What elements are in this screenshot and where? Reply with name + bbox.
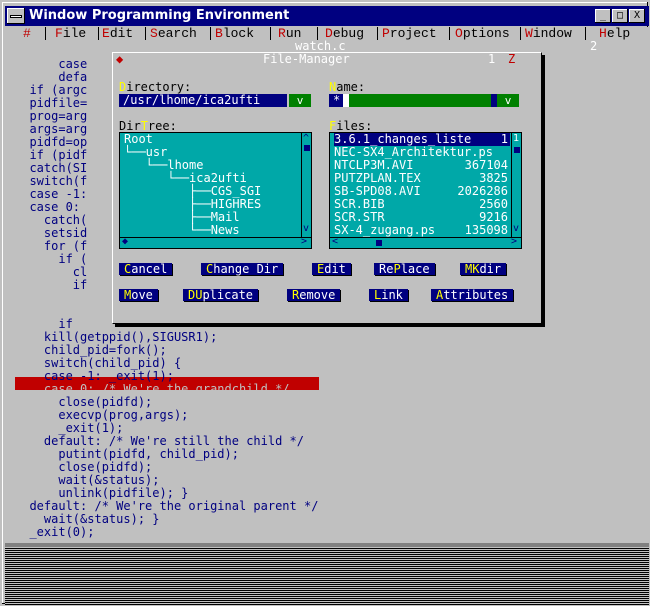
files-hscroll-thumb[interactable] bbox=[376, 240, 382, 246]
dialog-number: 1 bbox=[488, 52, 496, 66]
duplicate-button[interactable]: DUplicate bbox=[183, 289, 259, 301]
dialog-title-bar[interactable]: ◆ File-Manager 1 Z bbox=[113, 53, 541, 66]
dialog-close-icon[interactable]: ◆ bbox=[116, 53, 123, 66]
file-item[interactable]: SX-4_zugang.ps 135098 bbox=[334, 224, 510, 237]
link-button[interactable]: Link bbox=[369, 289, 408, 301]
directory-label: Directory: bbox=[119, 80, 192, 94]
code-line: if bbox=[15, 278, 88, 292]
system-menu-icon[interactable] bbox=[7, 8, 25, 24]
menu-file[interactable]: File bbox=[55, 27, 86, 40]
replace-button[interactable]: RePlace bbox=[374, 263, 435, 275]
menu-edit[interactable]: Edit bbox=[102, 27, 133, 40]
dirtree-label: DirTree: bbox=[119, 119, 177, 133]
dirtree-horizontal-scrollbar[interactable]: ◆ > bbox=[120, 236, 311, 247]
main-window: Window Programming Environment _ □ X # F… bbox=[0, 0, 650, 606]
file-name: NEC-SX4_Architektur.ps bbox=[334, 145, 493, 159]
dirtree-item[interactable]: └──News bbox=[124, 224, 240, 237]
code-line: _exit(0); bbox=[15, 525, 95, 539]
name-label: Name: bbox=[329, 80, 366, 94]
mkdir-button[interactable]: MKdir bbox=[460, 263, 507, 275]
title-bar[interactable]: Window Programming Environment _ □ X bbox=[5, 6, 649, 26]
remove-button[interactable]: Remove bbox=[287, 289, 341, 301]
menu-block[interactable]: Block bbox=[215, 27, 254, 40]
zoom-button[interactable]: Z bbox=[508, 53, 515, 66]
minimize-button[interactable]: _ bbox=[595, 9, 611, 23]
name-input[interactable]: * bbox=[329, 94, 343, 107]
file-name: SB-SPD08.AVI bbox=[334, 184, 421, 198]
name-input-fill[interactable] bbox=[349, 94, 491, 107]
file-name: PUTZPLAN.TEX bbox=[334, 171, 421, 185]
files-list[interactable]: 3.6.1_changes_liste 1 NEC-SX4_Architektur.… bbox=[329, 132, 522, 249]
file-manager-dialog: ◆ File-Manager 1 Z Directory: /usr/lhome… bbox=[112, 52, 542, 324]
window-title: Window Programming Environment bbox=[29, 8, 290, 23]
menu-options[interactable]: Options bbox=[455, 27, 510, 40]
file-name: SCR.STR bbox=[334, 210, 385, 224]
file-name: NTCLP3M.AVI bbox=[334, 158, 414, 172]
dirtree-scroll-thumb[interactable] bbox=[304, 145, 310, 151]
name-dropdown-button[interactable]: v bbox=[497, 94, 519, 107]
menu-project[interactable]: Project bbox=[382, 27, 437, 40]
maximize-button[interactable]: □ bbox=[612, 9, 628, 23]
file-size: 1 bbox=[500, 132, 508, 146]
file-size: 135098 bbox=[464, 223, 508, 237]
files-label: Files: bbox=[329, 119, 373, 133]
files-horizontal-scrollbar[interactable]: < > bbox=[330, 236, 521, 247]
menu-window[interactable]: Window bbox=[525, 27, 572, 40]
files-scroll-thumb[interactable] bbox=[514, 147, 520, 153]
file-name: SCR.BIB bbox=[334, 197, 385, 211]
dirtree-list[interactable]: Root └──usr └──lhome └──ica2ufti ├──CGS_S… bbox=[119, 132, 312, 249]
move-button[interactable]: Move bbox=[119, 289, 158, 301]
bottom-message-area bbox=[5, 543, 649, 605]
files-vertical-scrollbar[interactable]: 1 v bbox=[511, 133, 521, 237]
menu-system[interactable]: # bbox=[23, 27, 31, 40]
edit-button[interactable]: Edit bbox=[312, 263, 351, 275]
directory-dropdown-button[interactable]: v bbox=[289, 94, 311, 107]
directory-input[interactable]: /usr/lhome/ica2ufti bbox=[119, 94, 287, 107]
menu-help[interactable]: Help bbox=[599, 27, 630, 40]
cancel-button[interactable]: Cancel bbox=[119, 263, 173, 275]
editor-header: watch.c 2 bbox=[5, 40, 649, 52]
editor-window-number: 2 bbox=[590, 39, 598, 53]
file-name: SX-4_zugang.ps bbox=[334, 223, 436, 237]
menu-search[interactable]: Search bbox=[150, 27, 197, 40]
dialog-title: File-Manager bbox=[263, 52, 350, 66]
change-dir-button[interactable]: Change Dir bbox=[201, 263, 284, 275]
editor-filename: watch.c bbox=[295, 39, 346, 53]
dirtree-vertical-scrollbar[interactable]: ^ v bbox=[301, 133, 311, 237]
file-name: 3.6.1_changes_liste bbox=[334, 132, 472, 146]
close-button[interactable]: X bbox=[629, 9, 645, 23]
attributes-button[interactable]: Attributes bbox=[431, 289, 514, 301]
